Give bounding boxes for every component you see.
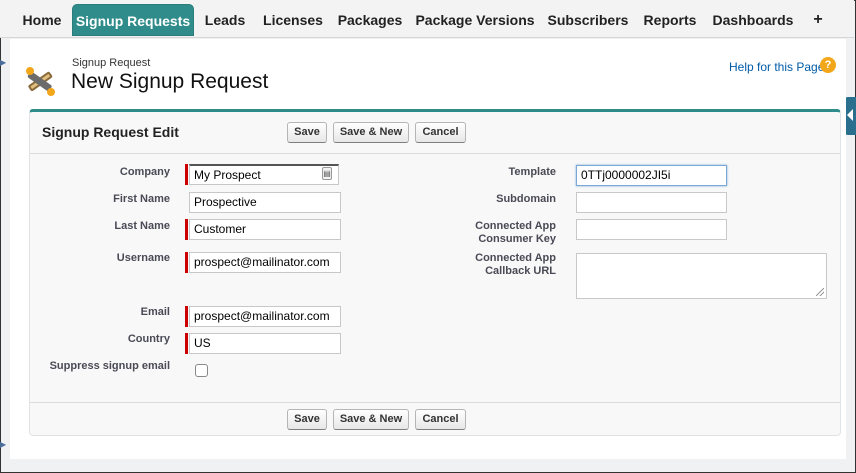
callback-url-label-line2: Callback URL xyxy=(485,265,556,277)
signup-request-icon xyxy=(26,67,55,96)
save-new-button-top[interactable]: Save & New xyxy=(333,122,409,143)
username-field[interactable]: prospect@mailinator.com xyxy=(189,252,341,273)
template-label: Template xyxy=(508,166,556,178)
tab-dashboards[interactable]: Dashboards xyxy=(708,4,798,36)
panel-footer-divider xyxy=(30,402,840,403)
save-new-button-bottom[interactable]: Save & New xyxy=(333,409,409,430)
panel-header-divider xyxy=(30,153,840,154)
sidebar-expand-bottom-icon[interactable]: ▶ xyxy=(0,440,6,452)
suppress-email-label: Suppress signup email xyxy=(49,360,170,372)
company-required-indicator xyxy=(185,164,188,185)
subdomain-label: Subdomain xyxy=(496,193,556,205)
email-required-indicator xyxy=(185,306,188,327)
tab-package-versions[interactable]: Package Versions xyxy=(412,4,538,36)
tab-reports[interactable]: Reports xyxy=(638,4,702,36)
cancel-button-top[interactable]: Cancel xyxy=(415,122,466,143)
help-link[interactable]: Help for this Page xyxy=(729,60,824,74)
username-label: Username xyxy=(116,252,170,264)
tab-signup-requests[interactable]: Signup Requests xyxy=(72,4,194,36)
email-label: Email xyxy=(140,306,170,318)
subdomain-field[interactable] xyxy=(576,192,727,213)
first-name-label: First Name xyxy=(113,193,170,205)
country-required-indicator xyxy=(185,333,188,354)
cancel-button-bottom[interactable]: Cancel xyxy=(415,409,466,430)
first-name-field[interactable]: Prospective xyxy=(189,192,341,213)
lookup-icon[interactable]: ▤ xyxy=(322,167,332,180)
country-label: Country xyxy=(127,333,170,345)
tab-leads[interactable]: Leads xyxy=(198,4,252,36)
tab-home[interactable]: Home xyxy=(14,4,70,36)
consumer-key-field[interactable] xyxy=(576,219,727,240)
resize-grip-icon[interactable] xyxy=(816,288,824,296)
last-name-label: Last Name xyxy=(114,220,170,232)
company-field[interactable]: My Prospect xyxy=(189,164,339,185)
consumer-key-label-line1: Connected App xyxy=(475,220,556,232)
email-field[interactable]: prospect@mailinator.com xyxy=(189,306,341,327)
callback-url-label-line1: Connected App xyxy=(475,252,556,264)
last-name-field[interactable]: Customer xyxy=(189,219,341,240)
country-field[interactable]: US xyxy=(189,333,341,354)
consumer-key-label: Connected App Consumer Key xyxy=(396,220,556,246)
page-title: New Signup Request xyxy=(71,70,269,93)
tab-subscribers[interactable]: Subscribers xyxy=(544,4,632,36)
help-icon[interactable]: ? xyxy=(820,57,836,73)
tab-bar: Home Signup Requests Leads Licenses Pack… xyxy=(0,0,854,38)
breadcrumb: Signup Request xyxy=(72,57,151,69)
tab-add-icon[interactable]: + xyxy=(808,4,828,36)
panel-title: Signup Request Edit xyxy=(42,124,179,140)
company-label: Company xyxy=(119,166,170,178)
callback-url-label: Connected App Callback URL xyxy=(396,252,556,278)
consumer-key-label-line2: Consumer Key xyxy=(478,233,556,245)
suppress-email-checkbox[interactable] xyxy=(195,364,208,377)
last-name-required-indicator xyxy=(185,219,188,240)
save-button-bottom[interactable]: Save xyxy=(287,409,327,430)
tab-licenses[interactable]: Licenses xyxy=(256,4,330,36)
callback-url-textarea[interactable] xyxy=(576,253,827,299)
template-field[interactable]: 0TTj0000002JI5i xyxy=(576,165,727,186)
tab-packages[interactable]: Packages xyxy=(334,4,406,36)
username-required-indicator xyxy=(185,252,188,273)
sidebar-expand-icon[interactable]: ▶ xyxy=(0,58,6,70)
save-button-top[interactable]: Save xyxy=(287,122,327,143)
